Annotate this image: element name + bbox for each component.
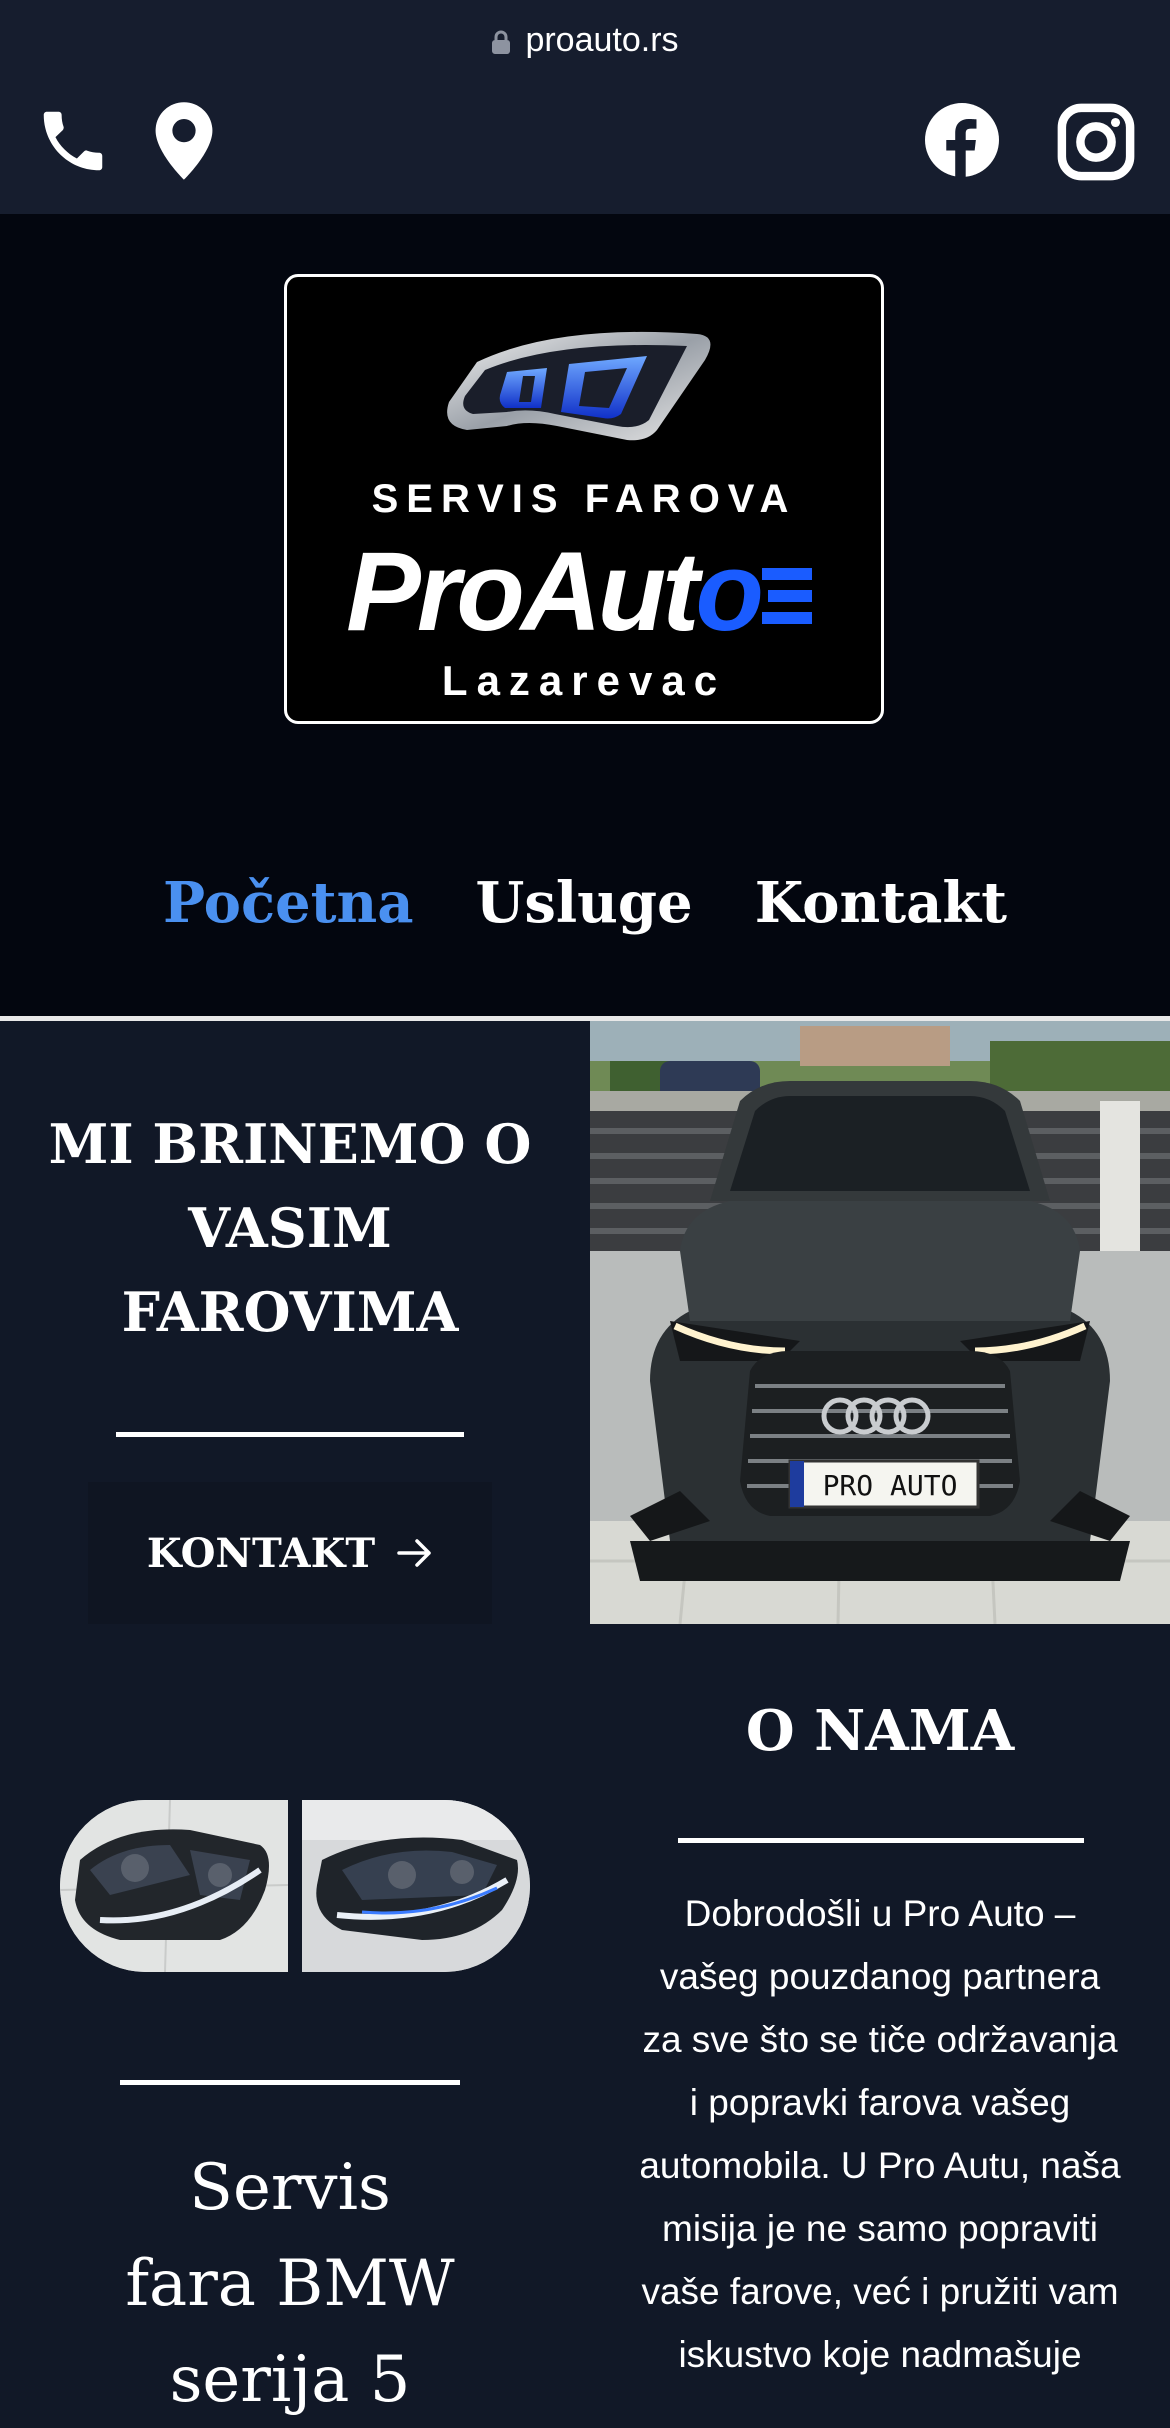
- site-logo[interactable]: SERVIS FAROVA ProAuto Lazarevac: [284, 274, 884, 724]
- hero-title-line: VASIM: [188, 1196, 392, 1260]
- service-title-line: Servis: [189, 2151, 391, 2225]
- about-line: automobila. U Pro Autu, naša: [639, 2145, 1121, 2186]
- hero-title: MI BRINEMO O VASIM FAROVIMA: [20, 1102, 560, 1354]
- hero-rule: [116, 1432, 464, 1437]
- kontakt-button[interactable]: KONTAKT: [88, 1482, 492, 1624]
- logo-brand: ProAuto: [287, 527, 881, 656]
- about-rule: [678, 1838, 1084, 1843]
- about-line: misija je ne samo popraviti: [662, 2208, 1098, 2249]
- license-plate: PRO AUTO: [823, 1469, 958, 1502]
- nav-item-usluge[interactable]: Usluge: [476, 870, 693, 936]
- arrow-right-icon: [397, 1539, 431, 1567]
- lock-icon: [492, 30, 511, 54]
- map-pin-icon[interactable]: [148, 100, 220, 182]
- about-title: O NAMA: [745, 1698, 1015, 1764]
- top-bar: [0, 80, 1170, 214]
- logo-subtitle: SERVIS FAROVA: [371, 477, 797, 521]
- service-title: Servis fara BMW serija 5: [40, 2140, 540, 2428]
- main-nav: Početna Usluge Kontakt: [0, 870, 1170, 936]
- about-line: vaše farove, već i pružiti vam: [641, 2271, 1119, 2312]
- kontakt-button-label: KONTAKT: [146, 1529, 376, 1577]
- nav-item-kontakt[interactable]: Kontakt: [755, 870, 1007, 936]
- phone-icon[interactable]: [32, 100, 114, 182]
- url-text: proauto.rs: [525, 20, 679, 59]
- facebook-icon[interactable]: [922, 100, 1002, 180]
- hero-title-line: FAROVIMA: [121, 1280, 459, 1344]
- about-line: vašeg pouzdanog partnera: [659, 1956, 1101, 1997]
- headlight-logo-icon: [447, 331, 711, 441]
- hero-title-line: MI BRINEMO O: [48, 1112, 532, 1176]
- about-line: iskustvo koje nadmašuje: [678, 2334, 1082, 2375]
- logo-brand-o: o: [695, 529, 763, 654]
- browser-url-bar[interactable]: proauto.rs: [0, 0, 1170, 80]
- about-text: Dobrodošli u Pro Auto – vašeg pouzdanog …: [598, 1882, 1162, 2386]
- service-rule: [120, 2080, 460, 2085]
- hero-car-photo: PRO AUTO: [590, 1021, 1170, 1624]
- about-line: za sve što se tiče održavanja: [642, 2019, 1118, 2060]
- nav-item-pocetna[interactable]: Početna: [163, 870, 414, 936]
- about-line: Dobrodošli u Pro Auto –: [684, 1893, 1076, 1934]
- headlight-thumb-1[interactable]: [60, 1800, 288, 1972]
- speed-lines-icon: [761, 568, 812, 624]
- instagram-icon[interactable]: [1054, 100, 1138, 184]
- logo-brand-main: ProAut: [346, 529, 699, 654]
- logo-city: Lazarevac: [441, 657, 727, 704]
- service-title-line: fara BMW: [125, 2247, 455, 2321]
- service-title-line: serija 5: [169, 2343, 411, 2417]
- headlight-thumb-2[interactable]: [302, 1800, 530, 1972]
- about-line: i popravki farova vašeg: [689, 2082, 1071, 2123]
